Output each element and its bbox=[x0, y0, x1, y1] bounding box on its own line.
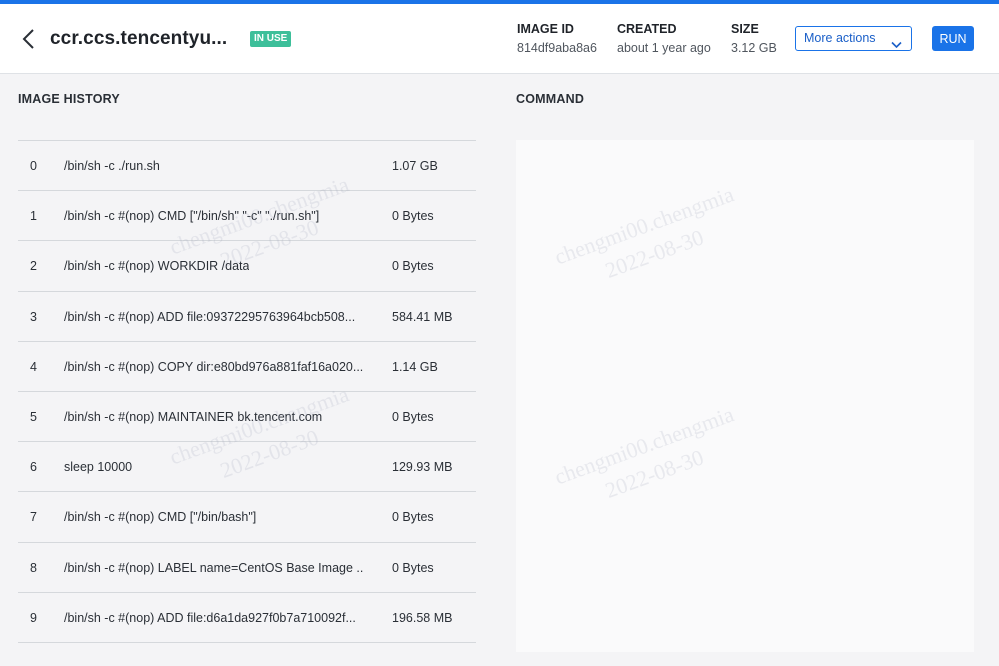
row-command: /bin/sh -c #(nop) ADD file:d6a1da927f0b7… bbox=[64, 610, 356, 625]
command-title: COMMAND bbox=[516, 92, 585, 106]
row-index: 4 bbox=[30, 359, 37, 374]
row-command: /bin/sh -c #(nop) WORKDIR /data bbox=[64, 259, 250, 274]
table-row[interactable]: 6 sleep 10000 129.93 MB bbox=[18, 442, 476, 493]
table-row[interactable]: 9/bin/sh -c #(nop) ADD file:d6a1da927f0b… bbox=[18, 593, 476, 643]
back-arrow-icon[interactable] bbox=[20, 28, 38, 50]
meta-label: SIZE bbox=[731, 22, 759, 36]
meta-label: IMAGE ID bbox=[517, 22, 574, 36]
row-index: 0 bbox=[30, 159, 37, 173]
row-size: 0 Bytes bbox=[392, 209, 434, 224]
meta-value: 3.12 GB bbox=[731, 41, 777, 55]
in-use-badge: IN USE bbox=[250, 31, 292, 47]
row-command: /bin/sh -c #(nop) CMD ["/bin/bash"] bbox=[64, 510, 257, 525]
row-size: 129.93 MB bbox=[392, 460, 453, 475]
row-size: 196.58 MB bbox=[392, 610, 453, 625]
meta-value: about 1 year ago bbox=[617, 41, 711, 55]
table-row[interactable]: 7/bin/sh -c #(nop) CMD ["/bin/bash"] 0 By… bbox=[18, 492, 476, 543]
row-size: 0 Bytes bbox=[392, 409, 434, 424]
row-index: 6 bbox=[30, 460, 37, 475]
table-row[interactable]: 5/bin/sh -c #(nop) MAINTAINER bk.tencent… bbox=[18, 392, 476, 443]
meta-label: CREATED bbox=[617, 22, 677, 36]
row-size: 584.41 MB bbox=[392, 309, 453, 324]
image-history-title: IMAGE HISTORY bbox=[18, 92, 120, 106]
row-index: 7 bbox=[30, 510, 37, 525]
row-size: 0 Bytes bbox=[392, 259, 434, 274]
row-size: 0 Bytes bbox=[392, 510, 434, 525]
table-row[interactable]: 4/bin/sh -c #(nop) COPY dir:e80bd976a881… bbox=[18, 342, 476, 392]
table-row[interactable]: 8/bin/sh -c #(nop) LABEL name=CentOS Bas… bbox=[18, 543, 476, 593]
row-index: 3 bbox=[30, 309, 37, 324]
meta-size: SIZE 3.12 GB bbox=[731, 22, 777, 55]
table-row[interactable]: 1/bin/sh -c #(nop) CMD ["/bin/sh" "-c" "… bbox=[18, 191, 476, 242]
row-size: 1.14 GB bbox=[392, 359, 438, 374]
row-size: 0 Bytes bbox=[392, 560, 434, 575]
image-title: ccr.ccs.tencentyu... bbox=[50, 28, 228, 49]
row-command: /bin/sh -c #(nop) COPY dir:e80bd976a881f… bbox=[64, 359, 364, 374]
table-row[interactable]: 3/bin/sh -c #(nop) ADD file:093722957639… bbox=[18, 292, 476, 342]
row-size: 1.07 GB bbox=[392, 159, 438, 173]
more-actions-label: More actions bbox=[804, 31, 876, 45]
row-command: /bin/sh -c #(nop) ADD file:0937229576396… bbox=[64, 309, 356, 324]
row-command: sleep 10000 bbox=[64, 460, 133, 475]
row-index: 8 bbox=[30, 560, 37, 575]
row-command: /bin/sh -c #(nop) CMD ["/bin/sh" "-c" ".… bbox=[64, 209, 320, 224]
meta-created: CREATED about 1 year ago bbox=[617, 22, 711, 55]
row-command: /bin/sh -c ./run.sh bbox=[64, 159, 160, 173]
meta-value: 814df9aba8a6 bbox=[517, 41, 597, 55]
command-panel bbox=[516, 140, 974, 652]
run-button[interactable]: RUN bbox=[932, 26, 974, 51]
row-index: 5 bbox=[30, 409, 37, 424]
row-index: 2 bbox=[30, 259, 37, 274]
table-row[interactable]: 2/bin/sh -c #(nop) WORKDIR /data 0 Bytes bbox=[18, 241, 476, 292]
row-command: /bin/sh -c #(nop) MAINTAINER bk.tencent.… bbox=[64, 409, 323, 424]
meta-image-id: IMAGE ID 814df9aba8a6 bbox=[517, 22, 597, 55]
chevron-down-icon bbox=[891, 34, 902, 49]
table-row[interactable]: 0/bin/sh -c ./run.sh 1.07 GB bbox=[18, 141, 476, 192]
image-header: ccr.ccs.tencentyu... IN USE IMAGE ID 814… bbox=[0, 4, 999, 74]
more-actions-button[interactable]: More actions bbox=[795, 26, 912, 51]
row-index: 9 bbox=[30, 610, 37, 625]
row-index: 1 bbox=[30, 209, 37, 224]
image-history-table: 0/bin/sh -c ./run.sh 1.07 GB 1/bin/sh -c … bbox=[18, 140, 476, 643]
row-command: /bin/sh -c #(nop) LABEL name=CentOS Base… bbox=[64, 560, 364, 575]
